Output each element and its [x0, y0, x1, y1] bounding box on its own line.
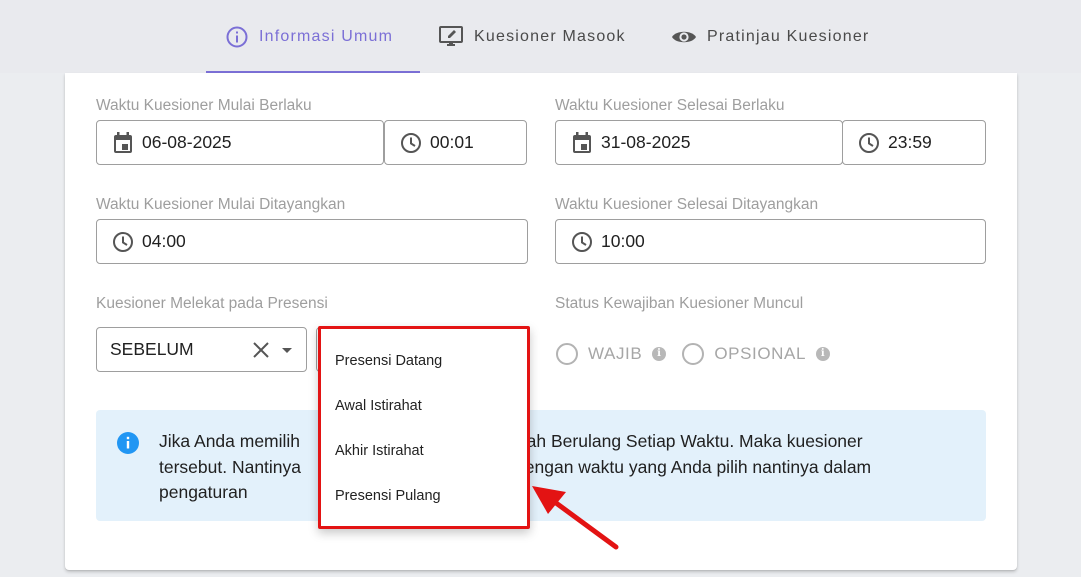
- end-shown-time-field[interactable]: 10:00: [555, 219, 986, 264]
- alert-line2-left: tersebut. Nantinya: [159, 456, 302, 477]
- end-valid-time-value: 23:59: [888, 132, 932, 152]
- alert-line1-left: Jika Anda memilih: [159, 431, 301, 451]
- tab-label: Pratinjau Kuesioner: [707, 27, 870, 45]
- radio-label: OPSIONAL: [714, 344, 807, 363]
- end-valid-time-field[interactable]: 23:59: [842, 120, 986, 165]
- clock-icon: [112, 231, 134, 253]
- menu-item-presensi-pulang[interactable]: Presensi Pulang: [335, 488, 441, 504]
- info-alert: Jika Anda memilih alah Berulang Setiap Wa…: [96, 410, 986, 521]
- info-icon[interactable]: i: [652, 347, 667, 361]
- tab-pratinjau-kuesioner[interactable]: Pratinjau Kuesioner: [671, 0, 869, 73]
- start-valid-time-field[interactable]: 00:01: [384, 120, 527, 165]
- info-circle-icon: [225, 25, 249, 49]
- menu-item-presensi-datang[interactable]: Presensi Datang: [335, 353, 442, 369]
- menu-item-awal-istirahat[interactable]: Awal Istirahat: [335, 398, 422, 414]
- clock-icon: [400, 132, 422, 154]
- obligation-radio-group: WAJIB i OPSIONAL i: [556, 343, 846, 365]
- presensi-dropdown-menu: Presensi Datang Awal Istirahat Akhir Ist…: [318, 326, 530, 529]
- tab-bar: Informasi Umum Kuesioner Masook Pratinja…: [0, 0, 1081, 73]
- alert-message: Jika Anda memilih alah Berulang Setiap Wa…: [159, 429, 959, 506]
- start-valid-date-value: 06-08-2025: [142, 132, 232, 152]
- alert-line1-right: alah Berulang Setiap Waktu. Maka kuesion…: [513, 431, 863, 451]
- attach-label: Kuesioner Melekat pada Presensi: [96, 295, 328, 312]
- attach-select-value: SEBELUM: [110, 339, 194, 359]
- tab-informasi-umum[interactable]: Informasi Umum: [225, 0, 393, 73]
- start-shown-time-value: 04:00: [142, 231, 186, 251]
- start-shown-time-field[interactable]: 04:00: [96, 219, 528, 264]
- end-shown-time-value: 10:00: [601, 231, 645, 251]
- menu-item-akhir-istirahat[interactable]: Akhir Istirahat: [335, 443, 424, 459]
- end-valid-date-field[interactable]: 31-08-2025: [555, 120, 843, 165]
- monitor-edit-icon: [438, 25, 464, 49]
- end-valid-label: Waktu Kuesioner Selesai Berlaku: [555, 97, 785, 114]
- attach-select[interactable]: SEBELUM: [96, 327, 307, 372]
- start-shown-label: Waktu Kuesioner Mulai Ditayangkan: [96, 196, 346, 213]
- radio-label: WAJIB: [588, 344, 643, 363]
- info-filled-icon: [116, 431, 140, 460]
- start-valid-time-value: 00:01: [430, 132, 474, 152]
- radio-circle[interactable]: [556, 343, 578, 365]
- start-valid-date-field[interactable]: 06-08-2025: [96, 120, 384, 165]
- clear-icon[interactable]: [252, 341, 270, 359]
- chevron-down-icon[interactable]: [280, 345, 294, 355]
- eye-icon: [671, 25, 697, 49]
- clock-icon: [858, 132, 880, 154]
- calendar-icon: [112, 131, 134, 155]
- end-valid-date-value: 31-08-2025: [601, 132, 691, 152]
- info-icon[interactable]: i: [816, 347, 831, 361]
- start-valid-label: Waktu Kuesioner Mulai Berlaku: [96, 97, 312, 114]
- tab-label: Informasi Umum: [259, 27, 394, 45]
- tab-kuesioner-masook[interactable]: Kuesioner Masook: [438, 0, 626, 73]
- radio-wajib[interactable]: WAJIB i: [556, 343, 667, 365]
- alert-line3: pengaturan: [159, 482, 248, 502]
- radio-opsional[interactable]: OPSIONAL i: [682, 343, 831, 365]
- calendar-icon: [571, 131, 593, 155]
- end-shown-label: Waktu Kuesioner Selesai Ditayangkan: [555, 196, 819, 213]
- clock-icon: [571, 231, 593, 253]
- alert-line2-right: dengan waktu yang Anda pilih nantinya da…: [515, 456, 872, 477]
- radio-circle[interactable]: [682, 343, 705, 365]
- obligation-label: Status Kewajiban Kuesioner Muncul: [555, 295, 804, 312]
- tab-label: Kuesioner Masook: [474, 27, 626, 45]
